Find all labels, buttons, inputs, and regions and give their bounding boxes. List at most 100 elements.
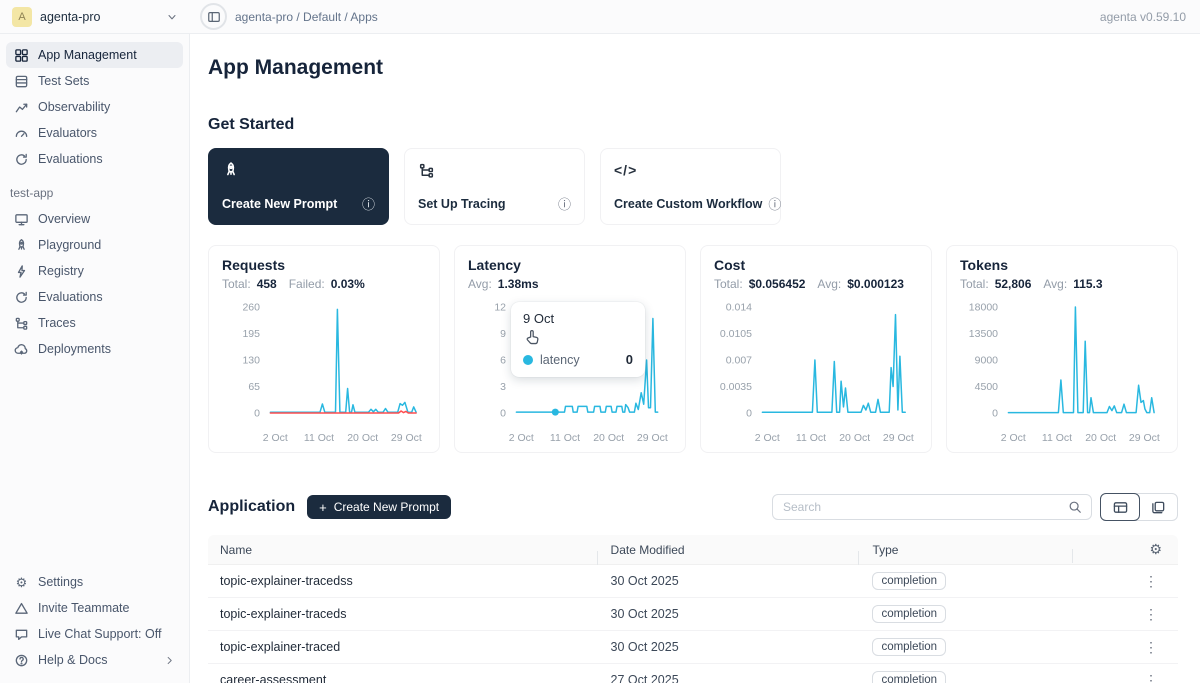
org-selector[interactable]: A agenta-pro <box>12 7 178 27</box>
sidebar-item-label: Traces <box>38 316 76 330</box>
sidebar-item-traces[interactable]: Traces <box>6 310 183 336</box>
stat-value: $0.000123 <box>847 277 904 291</box>
chart-stats: Total:$0.056452 Avg:$0.000123 <box>714 277 918 291</box>
svg-text:9000: 9000 <box>975 355 999 367</box>
sidebar-item-registry[interactable]: Registry <box>6 258 183 284</box>
sidebar-item-invite-teammate[interactable]: Invite Teammate <box>6 595 183 621</box>
sidebar-item-test-sets[interactable]: Test Sets <box>6 68 183 94</box>
sidebar-spacer <box>6 362 183 569</box>
svg-text:18000: 18000 <box>969 302 998 314</box>
chart-line-icon <box>14 100 29 115</box>
svg-text:130: 130 <box>242 355 260 367</box>
sidebar-item-playground[interactable]: Playground <box>6 232 183 258</box>
kebab-menu-icon[interactable]: ⋮ <box>1140 606 1162 623</box>
sidebar-item-live-chat-support[interactable]: Live Chat Support: Off <box>6 621 183 647</box>
set-up-tracing-card[interactable]: Set Up Tracing ⓘ <box>404 148 585 225</box>
refresh-circle-icon <box>14 152 29 167</box>
stat-value: 52,806 <box>995 277 1032 291</box>
sidebar: App Management Test Sets Observability E… <box>0 34 190 683</box>
gear-icon: ⚙ <box>14 576 29 589</box>
svg-text:2 Oct: 2 Oct <box>755 432 780 444</box>
svg-text:11 Oct: 11 Oct <box>550 432 580 444</box>
svg-text:12: 12 <box>494 302 506 314</box>
table-row[interactable]: career-assessment 27 Oct 2025 completion… <box>208 664 1178 683</box>
org-name: agenta-pro <box>40 10 100 24</box>
create-new-prompt-card[interactable]: Create New Prompt ⓘ <box>208 148 389 225</box>
sidebar-item-label: Evaluators <box>38 126 97 140</box>
search-box <box>772 494 1092 520</box>
svg-text:11 Oct: 11 Oct <box>304 432 334 444</box>
svg-text:0: 0 <box>254 408 260 420</box>
create-new-prompt-button[interactable]: + Create New Prompt <box>307 495 451 519</box>
svg-text:13500: 13500 <box>969 328 998 340</box>
hand-cursor-icon <box>525 329 542 348</box>
cloud-icon <box>14 342 29 357</box>
search-button[interactable] <box>1059 495 1091 519</box>
tooltip-value: 0 <box>626 352 633 367</box>
svg-text:20 Oct: 20 Oct <box>839 432 870 444</box>
tokens-chart: 04500900013500180002 Oct11 Oct20 Oct29 O… <box>960 297 1164 449</box>
tokens-chart-card: Tokens Total:52,806 Avg:115.3 0450090001… <box>946 245 1178 453</box>
sidebar-item-help-docs[interactable]: Help & Docs <box>6 647 183 673</box>
sidebar-item-app-evaluations[interactable]: Evaluations <box>6 284 183 310</box>
app-version: agenta v0.59.10 <box>1100 10 1200 24</box>
svg-text:6: 6 <box>500 355 506 367</box>
card-view-button[interactable] <box>1139 494 1177 520</box>
tooltip-date: 9 Oct <box>523 311 633 326</box>
svg-text:0.007: 0.007 <box>726 355 752 367</box>
page-title: App Management <box>208 56 1178 80</box>
org-avatar: A <box>12 7 32 27</box>
triangle-icon <box>14 601 29 616</box>
card-label: Create Custom Workflow <box>614 197 762 211</box>
monitor-icon <box>14 212 29 227</box>
sidebar-section-label: test-app <box>10 186 179 200</box>
svg-text:2 Oct: 2 Oct <box>509 432 534 444</box>
sidebar-item-evaluators[interactable]: Evaluators <box>6 120 183 146</box>
table-row[interactable]: topic-explainer-traced 30 Oct 2025 compl… <box>208 631 1178 664</box>
table-row[interactable]: topic-explainer-traceds 30 Oct 2025 comp… <box>208 598 1178 631</box>
stat-label: Total: <box>714 277 743 291</box>
app-name: topic-explainer-traceds <box>208 607 611 621</box>
table-row[interactable]: topic-explainer-tracedss 30 Oct 2025 com… <box>208 565 1178 598</box>
sidebar-item-label: Overview <box>38 212 90 226</box>
plus-icon: + <box>319 500 327 515</box>
gear-icon[interactable]: ⚙ <box>1149 541 1162 558</box>
top-bar: A agenta-pro agenta-pro / Default / Apps… <box>0 0 1200 34</box>
kebab-menu-icon[interactable]: ⋮ <box>1140 639 1162 656</box>
table-view-button[interactable] <box>1100 493 1140 521</box>
table-tools <box>772 493 1178 521</box>
svg-text:3: 3 <box>500 381 506 393</box>
column-header-type[interactable]: Type <box>872 543 1085 557</box>
column-header-name[interactable]: Name <box>208 543 611 557</box>
info-icon[interactable]: ⓘ <box>768 194 781 213</box>
rocket-icon <box>222 160 375 180</box>
kebab-menu-icon[interactable]: ⋮ <box>1140 573 1162 590</box>
sidebar-item-app-management[interactable]: App Management <box>6 42 183 68</box>
info-icon[interactable]: ⓘ <box>362 194 375 213</box>
svg-text:20 Oct: 20 Oct <box>347 432 378 444</box>
kebab-menu-icon[interactable]: ⋮ <box>1140 672 1162 684</box>
sidebar-item-evaluations[interactable]: Evaluations <box>6 146 183 172</box>
sidebar-item-deployments[interactable]: Deployments <box>6 336 183 362</box>
sidebar-toggle-button[interactable] <box>200 3 227 30</box>
sidebar-item-overview[interactable]: Overview <box>6 206 183 232</box>
create-custom-workflow-card[interactable]: </> Create Custom Workflow ⓘ <box>600 148 781 225</box>
chart-stats: Total:52,806 Avg:115.3 <box>960 277 1164 291</box>
sidebar-item-label: Test Sets <box>38 74 89 88</box>
info-icon[interactable]: ⓘ <box>558 194 571 213</box>
grid-icon <box>14 48 29 63</box>
stat-label: Total: <box>960 277 989 291</box>
sidebar-item-observability[interactable]: Observability <box>6 94 183 120</box>
help-circle-icon <box>14 653 29 668</box>
chevron-down-icon <box>166 11 178 23</box>
sidebar-item-settings[interactable]: ⚙ Settings <box>6 569 183 595</box>
rocket-icon <box>14 238 29 253</box>
search-input[interactable] <box>773 500 1059 514</box>
card-view-icon <box>1151 500 1166 515</box>
metrics-charts: Requests Total:458 Failed:0.03% 06513019… <box>208 245 1178 453</box>
tree-icon <box>418 160 571 180</box>
app-date: 27 Oct 2025 <box>611 673 873 683</box>
column-header-date-modified[interactable]: Date Modified <box>611 543 873 557</box>
chart-stats: Total:458 Failed:0.03% <box>222 277 426 291</box>
table-view-icon <box>1113 500 1128 515</box>
